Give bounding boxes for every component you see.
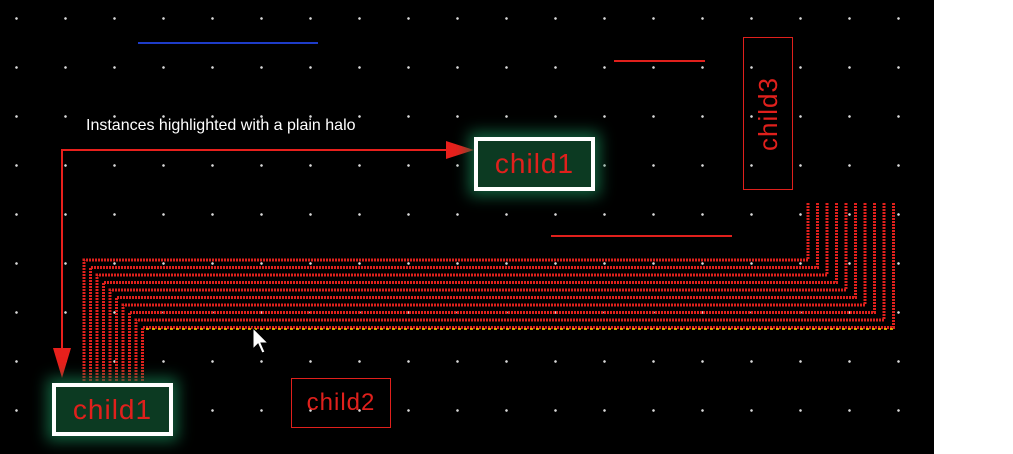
instance-child2[interactable]: child2 [291, 378, 391, 428]
arrowhead-down-icon [53, 348, 71, 378]
instance-label: child1 [494, 148, 575, 179]
bus-wire[interactable] [89, 203, 819, 381]
instance-child1-highlighted-top[interactable]: child1 [474, 137, 595, 191]
bus-wire[interactable] [102, 203, 838, 381]
annotation-label: Instances highlighted with a plain halo [86, 117, 356, 134]
instance-child3[interactable]: child3 [743, 37, 793, 190]
bus-wire[interactable] [128, 203, 876, 381]
arrow-pointer-icon [252, 327, 270, 354]
layout-canvas[interactable]: Instances highlighted with a plain halo … [0, 0, 934, 454]
arrowhead-right-icon [446, 141, 474, 159]
instance-child1-highlighted-bottom[interactable]: child1 [52, 383, 173, 436]
bus-wire[interactable] [134, 203, 886, 381]
instance-label: child3 [753, 76, 783, 151]
bus-wire[interactable] [115, 203, 857, 381]
bus-wire[interactable] [121, 203, 867, 381]
bus-wire[interactable] [108, 203, 848, 381]
bus-wire[interactable] [95, 203, 829, 381]
instance-label: child2 [306, 389, 376, 416]
wire-bus[interactable] [82, 203, 895, 381]
bus-wire[interactable] [82, 203, 810, 381]
instance-label: child1 [72, 393, 153, 425]
